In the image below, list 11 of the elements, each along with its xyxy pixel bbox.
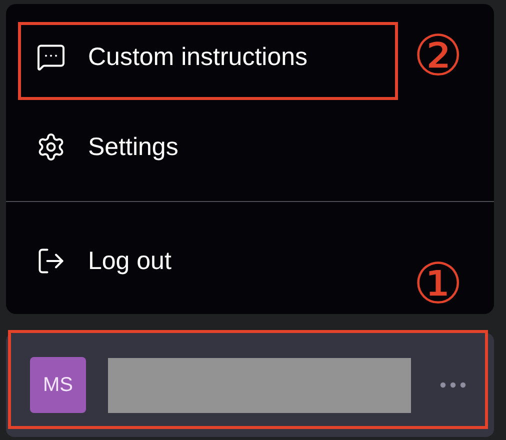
chat-bubble-icon [36, 42, 66, 72]
more-icon[interactable] [440, 382, 466, 388]
step-number: ① [413, 257, 464, 313]
logout-icon [36, 246, 66, 276]
menu-item[interactable]: Log out [6, 216, 386, 306]
step-number: ② [413, 29, 464, 85]
profile-bar[interactable]: MS [6, 333, 494, 437]
settings-icon [36, 132, 66, 162]
menu-item[interactable]: Custom instructions [6, 12, 386, 102]
menu-item[interactable]: Settings [6, 102, 386, 192]
avatar: MS [30, 357, 86, 413]
